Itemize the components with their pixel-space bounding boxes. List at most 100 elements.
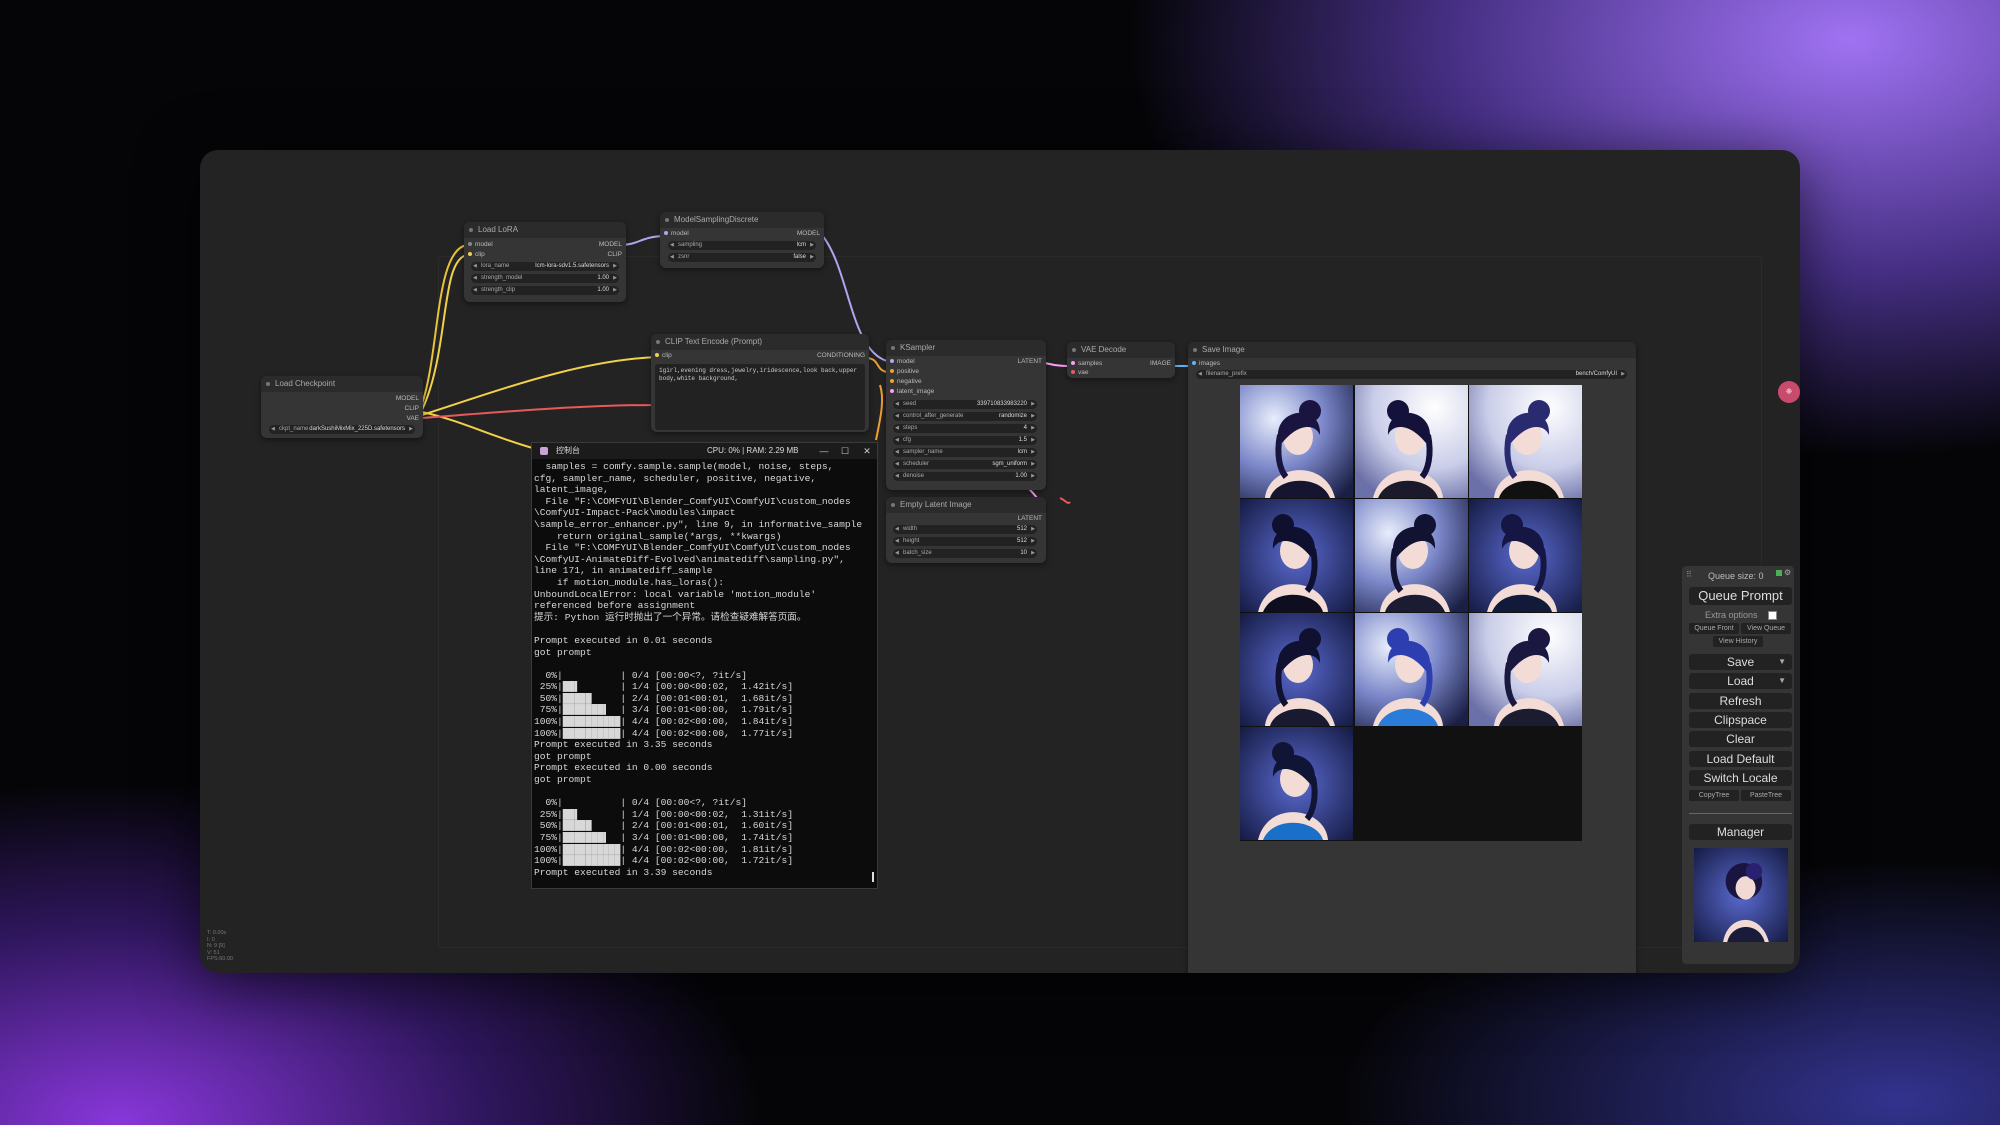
input-label: model — [671, 230, 689, 237]
widget-scheduler[interactable]: scheduler sgm_uniform — [893, 460, 1037, 469]
settings-gear-icon[interactable]: ⚙ — [1784, 568, 1791, 577]
widget-ckpt-name[interactable]: ckpt_namedarkSushiMixMix_225D.safetensor… — [269, 425, 415, 434]
console-window[interactable]: 控制台 CPU: 0% | RAM: 2.29 MB — ☐ ✕ samples… — [531, 442, 878, 889]
widget-steps[interactable]: steps 4 — [893, 424, 1037, 433]
save-button[interactable]: Save ▼ — [1689, 654, 1792, 670]
paste-tree-button[interactable]: PasteTree — [1741, 790, 1791, 801]
widget-label: scheduler — [903, 461, 930, 467]
preview-thumbnail[interactable] — [1694, 848, 1788, 942]
floating-action-icon[interactable]: ❈ — [1778, 381, 1800, 403]
input-label: clip — [475, 251, 485, 258]
generated-image-thumbnail[interactable] — [1469, 499, 1582, 612]
widget-label: control_after_generate — [903, 413, 964, 419]
widget-strength-model[interactable]: strength_model 1.00 — [471, 274, 619, 283]
generated-image-thumbnail[interactable] — [1240, 613, 1353, 726]
port-dot — [468, 242, 472, 247]
generated-image-thumbnail[interactable] — [1354, 613, 1468, 726]
copy-tree-button[interactable]: CopyTree — [1689, 790, 1739, 801]
close-button[interactable]: ✕ — [858, 443, 876, 459]
node-empty-latent-image[interactable]: Empty Latent Image LATENT width 512 heigh… — [886, 497, 1046, 563]
generated-image-thumbnail[interactable] — [1469, 385, 1582, 498]
input-model[interactable]: model — [890, 358, 915, 365]
generated-image-thumbnail[interactable] — [1354, 385, 1468, 498]
node-load-checkpoint[interactable]: Load Checkpoint MODEL CLIP VAE ckpt_name… — [261, 376, 423, 438]
node-model-sampling-discrete[interactable]: ModelSamplingDiscrete model MODEL sampli… — [660, 212, 824, 268]
input-latent-image[interactable]: latent_image — [890, 388, 934, 395]
widget-label: width — [903, 526, 918, 532]
widget-label: cfg — [903, 437, 912, 443]
output-clip[interactable]: CLIP — [608, 251, 622, 258]
switch-locale-button[interactable]: Switch Locale — [1689, 770, 1792, 786]
input-images[interactable]: images — [1192, 360, 1220, 367]
input-negative[interactable]: negative — [890, 378, 922, 385]
widget-height[interactable]: height 512 — [893, 537, 1037, 546]
widget-batch-size[interactable]: batch_size 10 — [893, 549, 1037, 558]
widget-width[interactable]: width 512 — [893, 525, 1037, 534]
view-history-button[interactable]: View History — [1713, 636, 1763, 647]
widget-control-after-generate[interactable]: control_after_generate randomize — [893, 412, 1037, 421]
drag-handle-icon[interactable]: ⠿ — [1686, 570, 1692, 579]
widget-lora-name[interactable]: lora_name lcm-lora-sdv1.5.safetensors — [471, 262, 619, 271]
output-model[interactable]: MODEL — [396, 395, 419, 402]
input-vae[interactable]: vae — [1071, 369, 1088, 376]
widget-seed[interactable]: seed 339710833983220 — [893, 400, 1037, 409]
generated-image-thumbnail[interactable] — [1240, 727, 1353, 840]
extra-options-checkbox[interactable] — [1768, 611, 1777, 620]
widget-value: 1.00 — [597, 275, 609, 281]
node-ksampler[interactable]: KSampler model positive negative latent_… — [886, 340, 1046, 490]
maximize-button[interactable]: ☐ — [836, 443, 854, 459]
prompt-textarea[interactable]: 1girl,evening dress,jewelry,iridescence,… — [655, 364, 865, 430]
node-load-lora[interactable]: Load LoRA model clip MODEL CLIP lora_nam… — [464, 222, 626, 302]
widget-filename-prefix[interactable]: filename_prefix bench/ComfyUI — [1196, 370, 1627, 379]
output-model[interactable]: MODEL — [599, 241, 622, 248]
generated-image-thumbnail[interactable] — [1354, 499, 1468, 612]
output-vae[interactable]: VAE — [406, 415, 419, 422]
load-default-button[interactable]: Load Default — [1689, 751, 1792, 767]
manager-button[interactable]: Manager — [1689, 824, 1792, 840]
console-status: CPU: 0% | RAM: 2.29 MB — [707, 446, 799, 455]
input-model[interactable]: model — [664, 230, 689, 237]
widget-zsnr[interactable]: zsnr false — [668, 253, 816, 262]
input-model[interactable]: model — [468, 241, 493, 248]
widget-value: 1.5 — [1018, 437, 1027, 443]
queue-panel: ⠿ Queue size: 0 ⚙ Queue Prompt Extra opt… — [1682, 566, 1794, 964]
refresh-button[interactable]: Refresh — [1689, 693, 1792, 709]
output-latent[interactable]: LATENT — [1018, 358, 1042, 365]
output-clip[interactable]: CLIP — [405, 405, 419, 412]
dropdown-arrow-icon[interactable]: ▼ — [1778, 654, 1786, 670]
output-label: CLIP — [404, 405, 419, 412]
dropdown-arrow-icon[interactable]: ▼ — [1778, 673, 1786, 689]
generated-image-thumbnail[interactable] — [1469, 613, 1582, 726]
output-label: CONDITIONING — [816, 352, 865, 359]
console-titlebar[interactable]: 控制台 CPU: 0% | RAM: 2.29 MB — ☐ ✕ — [532, 443, 877, 459]
node-vae-decode[interactable]: VAE Decode samples vae IMAGE — [1067, 342, 1175, 378]
input-samples[interactable]: samples — [1071, 360, 1102, 367]
divider — [1689, 813, 1792, 814]
widget-sampler-name[interactable]: sampler_name lcm — [893, 448, 1037, 457]
node-clip-text-encode[interactable]: CLIP Text Encode (Prompt) clip CONDITION… — [651, 334, 869, 432]
widget-cfg[interactable]: cfg 1.5 — [893, 436, 1037, 445]
widget-strength-clip[interactable]: strength_clip 1.00 — [471, 286, 619, 295]
generated-image-thumbnail[interactable] — [1240, 385, 1353, 498]
minimize-button[interactable]: — — [815, 443, 833, 459]
queue-prompt-button[interactable]: Queue Prompt — [1689, 587, 1792, 605]
output-model[interactable]: MODEL — [797, 230, 820, 237]
output-image[interactable]: IMAGE — [1150, 360, 1171, 367]
input-positive[interactable]: positive — [890, 368, 919, 375]
widget-label: sampling — [678, 242, 703, 248]
port-dot — [664, 231, 668, 236]
input-clip[interactable]: clip — [655, 352, 672, 359]
view-queue-button[interactable]: View Queue — [1741, 623, 1791, 634]
load-button[interactable]: Load ▼ — [1689, 673, 1792, 689]
output-conditioning[interactable]: CONDITIONING — [817, 352, 865, 359]
clipspace-button[interactable]: Clipspace — [1689, 712, 1792, 728]
generated-image-thumbnail[interactable] — [1240, 499, 1353, 612]
input-clip[interactable]: clip — [468, 251, 485, 258]
node-title: Load Checkpoint — [261, 376, 423, 392]
widget-sampling[interactable]: sampling lcm — [668, 241, 816, 250]
widget-denoise[interactable]: denoise 1.00 — [893, 472, 1037, 481]
clear-button[interactable]: Clear — [1689, 731, 1792, 747]
output-latent[interactable]: LATENT — [1018, 515, 1042, 522]
queue-size: Queue size: 0 — [1708, 571, 1764, 581]
queue-front-button[interactable]: Queue Front — [1689, 623, 1739, 634]
